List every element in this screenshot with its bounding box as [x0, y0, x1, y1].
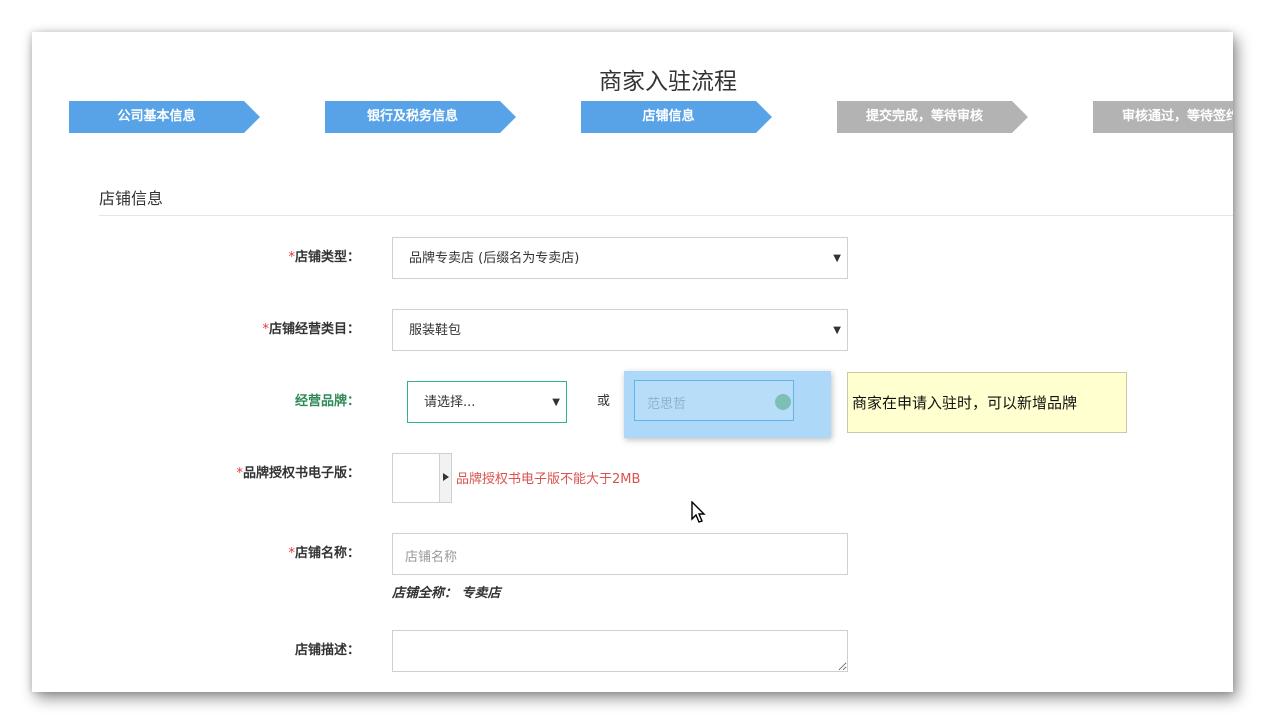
- brand-auth-label: *品牌授权书电子版：: [60, 462, 360, 481]
- store-category-select[interactable]: 服装鞋包 ▼: [392, 309, 848, 351]
- step-company-info[interactable]: 公司基本信息: [69, 101, 260, 133]
- or-text: 或: [597, 394, 611, 409]
- step-approved-sign[interactable]: 审核通过，等待签约: [1093, 101, 1233, 133]
- annotation-tooltip: 商家在申请入驻时，可以新增品牌: [847, 372, 1127, 433]
- chevron-down-icon: ▼: [833, 325, 841, 336]
- section-divider: [99, 215, 1233, 216]
- select-value: 请选择...: [424, 395, 476, 410]
- label-text: 店铺名称：: [294, 546, 360, 561]
- select-value: 服装鞋包: [409, 323, 462, 338]
- app-window: 商家入驻流程 公司基本信息 银行及税务信息 店铺信息 提交完成，等待审核 审核通…: [32, 32, 1233, 692]
- select-value: 品牌专卖店 (后缀名为专卖店): [409, 251, 580, 266]
- step-arrow: [244, 101, 260, 133]
- label-text: 店铺类型：: [294, 250, 360, 265]
- upload-button[interactable]: [439, 454, 451, 502]
- step-store-info[interactable]: 店铺信息: [581, 101, 772, 133]
- store-desc-label: 店铺描述：: [294, 643, 360, 658]
- store-name-input[interactable]: 店铺名称: [392, 533, 848, 575]
- step-label: 审核通过，等待签约: [1121, 109, 1233, 124]
- mouse-cursor-icon: [691, 501, 706, 523]
- page-title: 商家入驻流程: [599, 69, 737, 95]
- new-brand-input[interactable]: 范思哲: [634, 380, 794, 421]
- brand-label: 经营品牌：: [294, 394, 360, 409]
- step-bank-tax-info[interactable]: 银行及税务信息: [325, 101, 516, 133]
- step-arrow: [1012, 101, 1028, 133]
- brand-auth-upload[interactable]: [392, 453, 452, 503]
- store-type-label: *店铺类型：: [60, 246, 360, 265]
- store-category-label: *店铺经营类目：: [60, 318, 360, 337]
- step-label: 公司基本信息: [117, 109, 196, 124]
- chevron-down-icon: ▼: [552, 397, 560, 408]
- input-placeholder: 店铺名称: [405, 550, 458, 565]
- store-full-name-hint: 店铺全称： 专卖店: [392, 586, 501, 601]
- store-name-label: *店铺名称：: [60, 542, 360, 561]
- store-desc-textarea[interactable]: [392, 630, 848, 672]
- label-text: 店铺经营类目：: [268, 322, 360, 337]
- store-type-select[interactable]: 品牌专卖店 (后缀名为专卖店) ▼: [392, 237, 848, 279]
- new-brand-highlight: 范思哲: [624, 371, 831, 438]
- section-title: 店铺信息: [99, 189, 164, 208]
- step-arrow: [500, 101, 516, 133]
- step-label: 银行及税务信息: [366, 109, 458, 124]
- chevron-down-icon: ▼: [833, 253, 841, 264]
- autofill-icon: [775, 394, 791, 410]
- step-label: 提交完成，等待审核: [865, 109, 983, 124]
- step-arrow: [756, 101, 772, 133]
- input-value: 范思哲: [647, 397, 687, 412]
- label-text: 品牌授权书电子版：: [242, 466, 360, 481]
- upload-error-text: 品牌授权书电子版不能大于2MB: [456, 472, 641, 487]
- step-label: 店铺信息: [642, 109, 695, 124]
- brand-select[interactable]: 请选择... ▼: [407, 381, 567, 423]
- step-submit-review[interactable]: 提交完成，等待审核: [837, 101, 1028, 133]
- play-icon: [443, 473, 449, 481]
